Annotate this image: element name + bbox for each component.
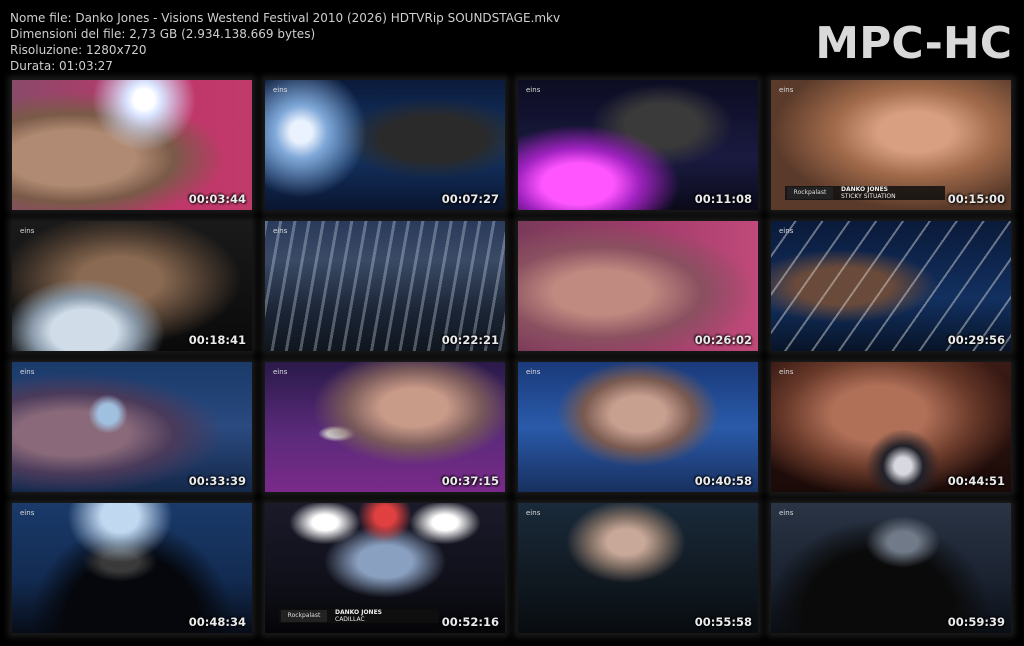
timestamp: 00:26:02 [694,333,752,347]
thumbnail-image [518,80,758,210]
thumbnail: 00:26:02 [518,221,758,351]
channel-logo: eins [779,227,794,235]
thumbnail-image [12,221,252,351]
thumbnail: eins Rockpalast DANKO JONES STICKY SITUAT… [771,80,1011,210]
file-name: Nome file: Danko Jones - Visions Westend… [10,11,561,25]
timestamp: 00:59:39 [947,615,1005,629]
channel-logo: eins [526,509,541,517]
thumbnail-image [771,503,1011,633]
thumbnail-image [518,503,758,633]
thumbnail: eins 00:22:21 [265,221,505,351]
timestamp: 00:11:08 [694,192,752,206]
timestamp: 00:40:58 [694,474,752,488]
lower-third-text: DANKO JONES STICKY SITUATION [841,186,896,200]
thumbnail: eins 00:44:51 [771,362,1011,492]
channel-logo: eins [20,368,35,376]
thumbnail-image [265,221,505,351]
show-badge: Rockpalast [787,187,833,199]
thumbnail: eins 00:18:41 [12,221,252,351]
channel-logo: eins [273,86,288,94]
thumbnail-image [771,362,1011,492]
timestamp: 00:37:15 [441,474,499,488]
show-badge: Rockpalast [281,610,327,622]
thumbnail: eins 00:07:27 [265,80,505,210]
timestamp: 00:22:21 [441,333,499,347]
file-duration: Durata: 01:03:27 [10,59,113,73]
thumbnail-image [518,221,758,351]
timestamp: 00:33:39 [188,474,246,488]
lower-third: Rockpalast DANKO JONES STICKY SITUATION [785,186,945,200]
thumbnail-image [265,80,505,210]
timestamp: 00:44:51 [947,474,1005,488]
lower-third-subtitle: CADILLAC [335,616,365,623]
file-resolution: Risoluzione: 1280x720 [10,43,147,57]
lower-third-title: DANKO JONES [841,186,888,193]
file-info-panel: Nome file: Danko Jones - Visions Westend… [10,10,560,74]
lower-third-title: DANKO JONES [335,609,382,616]
channel-logo: eins [779,368,794,376]
lower-third: Rockpalast DANKO JONES CADILLAC [279,609,439,623]
channel-logo: eins [779,86,794,94]
channel-logo: eins [20,509,35,517]
lower-third-text: DANKO JONES CADILLAC [335,609,382,623]
thumbnail: eins 00:33:39 [12,362,252,492]
thumbnail-image [12,80,252,210]
thumbnail: eins 00:48:34 [12,503,252,633]
thumbnail: eins 00:37:15 [265,362,505,492]
thumbnail-grid: 00:03:44 eins 00:07:27 eins 00:11:08 ein… [10,80,1018,646]
channel-logo: eins [779,509,794,517]
channel-logo: eins [526,368,541,376]
timestamp: 00:52:16 [441,615,499,629]
thumbnail-image [12,503,252,633]
thumbnail-image [771,221,1011,351]
thumbnail-image [12,362,252,492]
timestamp: 00:55:58 [694,615,752,629]
thumbnail: eins 00:55:58 [518,503,758,633]
timestamp: 00:48:34 [188,615,246,629]
lower-third-subtitle: STICKY SITUATION [841,193,896,200]
timestamp: 00:03:44 [188,192,246,206]
thumbnail-image [265,362,505,492]
channel-logo: eins [273,227,288,235]
thumbnail-image [518,362,758,492]
timestamp: 00:07:27 [441,192,499,206]
app-brand-logo: MPC-HC [815,18,1012,69]
timestamp: 00:29:56 [947,333,1005,347]
thumbnail: eins 00:29:56 [771,221,1011,351]
channel-logo: eins [526,86,541,94]
thumbnail: eins 00:11:08 [518,80,758,210]
channel-logo: eins [20,227,35,235]
thumbnail: Rockpalast DANKO JONES CADILLAC 00:52:16 [265,503,505,633]
channel-logo: eins [273,368,288,376]
thumbnail: eins 00:40:58 [518,362,758,492]
thumbnail: 00:03:44 [12,80,252,210]
timestamp: 00:18:41 [188,333,246,347]
thumbnail: eins 00:59:39 [771,503,1011,633]
file-size: Dimensioni del file: 2,73 GB (2.934.138.… [10,27,316,41]
timestamp: 00:15:00 [947,192,1005,206]
